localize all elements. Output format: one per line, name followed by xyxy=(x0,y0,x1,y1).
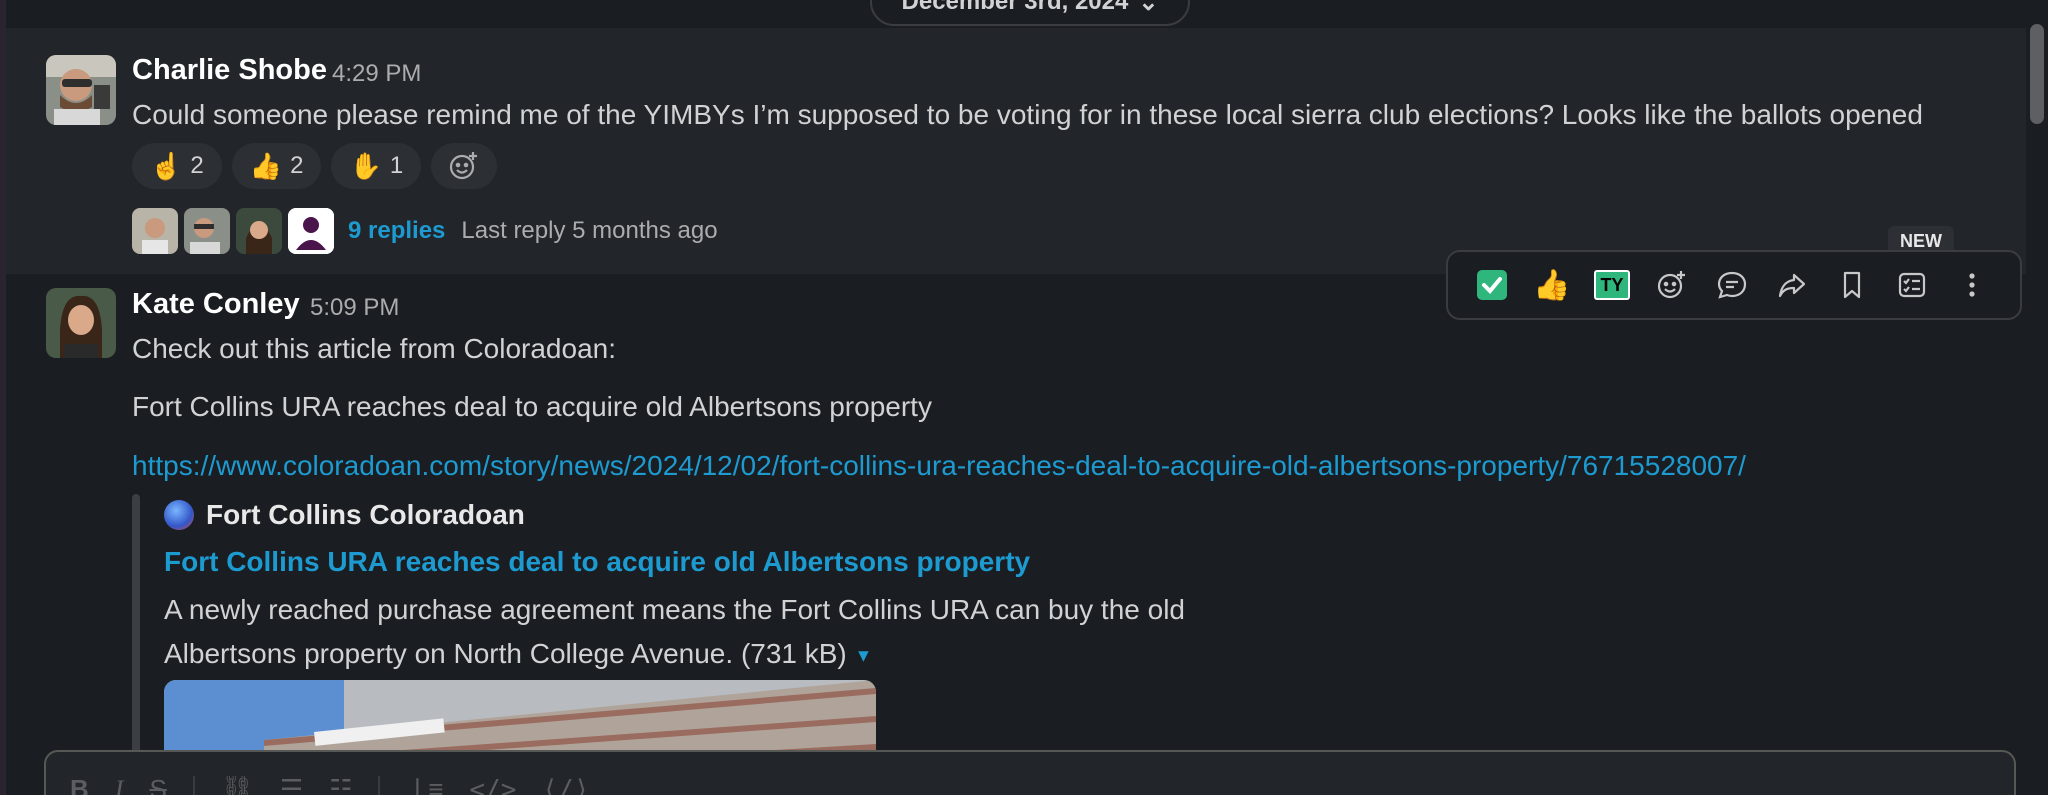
avatar-kate-conley[interactable] xyxy=(46,288,116,358)
message-text: Could someone please remind me of the YI… xyxy=(132,99,1923,130)
thread-participant-avatar xyxy=(288,208,334,254)
point-up-emoji-icon: ☝️ xyxy=(150,150,183,181)
add-reaction-icon xyxy=(1657,271,1685,299)
react-check-button[interactable] xyxy=(1462,257,1522,313)
attachment-description-line: Albertsons property on North College Ave… xyxy=(164,638,847,669)
date-divider-label: December 3rd, 2024 xyxy=(901,0,1129,15)
thumbs-up-emoji-icon: 👍 xyxy=(249,150,283,181)
thread-summary[interactable]: 9 replies Last reply 5 months ago xyxy=(132,208,718,254)
author-name[interactable]: Kate Conley xyxy=(132,288,300,321)
forward-message-button[interactable] xyxy=(1762,257,1822,313)
scrollbar-thumb[interactable] xyxy=(2030,24,2044,124)
add-reaction-icon xyxy=(450,152,478,180)
list-checklist-icon xyxy=(1898,272,1926,298)
bulleted-list-icon[interactable]: ☷ xyxy=(329,774,352,795)
attachment-description-line: A newly reached purchase agreement means… xyxy=(164,594,1186,625)
attachment-source: Fort Collins Coloradoan xyxy=(164,499,525,531)
attachment-accent-bar xyxy=(132,494,140,764)
check-mark-icon xyxy=(1477,270,1507,300)
share-icon xyxy=(1778,273,1806,298)
attachment-description: A newly reached purchase agreement means… xyxy=(164,588,1264,678)
reaction-count: 2 xyxy=(190,152,204,179)
avatar-charlie-shobe[interactable] xyxy=(46,55,116,125)
numbered-list-icon[interactable]: ☰ xyxy=(280,774,303,795)
code-icon[interactable]: </> xyxy=(469,775,516,795)
blockquote-icon[interactable]: ❘≡ xyxy=(406,774,443,795)
more-actions-button[interactable] xyxy=(1942,257,2002,313)
thread-last-reply: Last reply 5 months ago xyxy=(461,217,718,244)
reaction-point-up[interactable]: ☝️ 2 xyxy=(132,143,222,189)
message-timestamp[interactable]: 4:29 PM xyxy=(332,60,421,88)
article-url-link[interactable]: https://www.coloradoan.com/story/news/20… xyxy=(132,450,1746,482)
attachment-site-name: Fort Collins Coloradoan xyxy=(206,499,525,530)
save-for-later-button[interactable] xyxy=(1822,257,1882,313)
bold-icon[interactable]: B xyxy=(70,774,89,795)
link-icon[interactable]: ⛓ xyxy=(221,774,254,795)
author-name[interactable]: Charlie Shobe xyxy=(132,54,327,87)
code-block-icon[interactable]: ⟨/⟩ xyxy=(542,775,589,795)
reply-thread-icon xyxy=(1717,271,1747,299)
message-timestamp[interactable]: 5:09 PM xyxy=(310,294,399,322)
formatting-toolbar: B I S ⛓ ☰ ☷ ❘≡ </> ⟨/⟩ xyxy=(70,774,589,795)
add-to-list-button[interactable] xyxy=(1882,257,1942,313)
reaction-count: 1 xyxy=(389,152,404,179)
more-actions-icon xyxy=(1969,273,1975,297)
reactions-row: ☝️ 2 👍 2 ✋ 1 xyxy=(132,143,498,189)
message-text: Check out this article from Coloradoan: xyxy=(132,333,616,364)
thread-replies-link[interactable]: 9 replies xyxy=(348,217,445,245)
reaction-count: 2 xyxy=(290,152,304,179)
toolbar-divider xyxy=(378,775,381,795)
thread-participant-avatar xyxy=(236,208,282,254)
react-ty-button[interactable]: TY xyxy=(1582,257,1642,313)
bookmark-icon xyxy=(1843,271,1861,299)
reply-in-thread-button[interactable] xyxy=(1702,257,1762,313)
thumbs-up-icon: 👍 xyxy=(1533,268,1571,302)
react-thumbs-up-button[interactable]: 👍 xyxy=(1522,257,1582,313)
message-text: Fort Collins URA reaches deal to acquire… xyxy=(132,391,932,422)
attachment-title-link[interactable]: Fort Collins URA reaches deal to acquire… xyxy=(164,546,1030,578)
italic-icon[interactable]: I xyxy=(115,775,124,795)
thread-participant-avatar xyxy=(132,208,178,254)
strikethrough-icon[interactable]: S xyxy=(149,774,166,795)
raised-hand-emoji-icon: ✋ xyxy=(349,150,382,181)
reaction-raised-hand[interactable]: ✋ 1 xyxy=(331,143,422,189)
message-actions-toolbar: 👍 TY xyxy=(1446,250,2022,320)
reaction-thumbs-up[interactable]: 👍 2 xyxy=(231,143,322,189)
chevron-down-icon: ⌄ xyxy=(1138,0,1159,16)
add-reaction-button[interactable] xyxy=(431,143,498,189)
date-divider-button[interactable]: December 3rd, 2024 ⌄ xyxy=(870,0,1190,26)
collapse-caret-icon[interactable]: ▼ xyxy=(855,646,873,666)
site-favicon-icon xyxy=(164,500,194,530)
add-reaction-toolbar-button[interactable] xyxy=(1642,257,1702,313)
toolbar-divider xyxy=(192,775,195,795)
thread-participant-avatar xyxy=(184,208,230,254)
ty-icon: TY xyxy=(1594,270,1630,300)
